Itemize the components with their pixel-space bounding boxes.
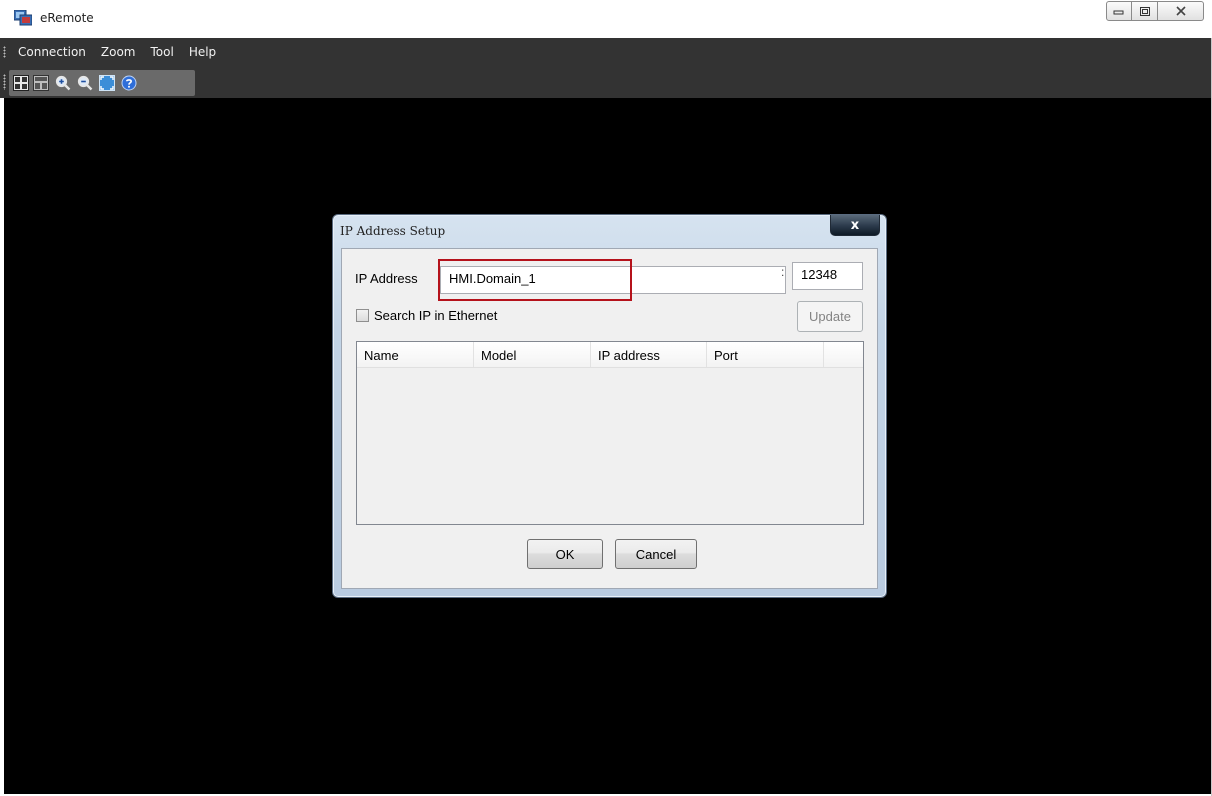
eremote-app-icon [13,9,33,26]
search-ip-checkbox[interactable] [356,309,369,322]
column-port[interactable]: Port [707,342,824,367]
title-bar[interactable]: eRemote [0,0,1212,38]
menu-grip[interactable] [3,46,6,58]
zoom-in-icon[interactable] [55,75,71,91]
menu-zoom[interactable]: Zoom [101,45,143,59]
screen-layout-alt-icon[interactable] [33,75,49,91]
ip-address-highlight [438,259,632,301]
port-input[interactable]: 12348 [792,262,863,290]
device-list-header: Name Model IP address Port [357,342,863,368]
device-list[interactable]: Name Model IP address Port [356,341,864,525]
update-button[interactable]: Update [797,301,863,332]
dialog-content: IP Address HMI.Domain_1 : 12348 Search I… [341,248,878,589]
restore-icon [1139,6,1150,16]
window-title: eRemote [40,11,94,25]
port-separator: : [781,265,785,279]
menu-tool[interactable]: Tool [151,45,181,59]
ok-button[interactable]: OK [527,539,603,569]
fit-screen-icon[interactable] [99,75,115,91]
column-ip-address[interactable]: IP address [591,342,707,367]
menu-help[interactable]: Help [189,45,223,59]
cancel-button[interactable]: Cancel [615,539,697,569]
column-name[interactable]: Name [357,342,474,367]
zoom-out-icon[interactable] [77,75,93,91]
help-icon[interactable] [121,75,137,91]
ip-address-label: IP Address [355,271,418,286]
window-close-button[interactable] [1158,1,1204,21]
menu-connection[interactable]: Connection [18,45,93,59]
ip-address-setup-dialog: IP Address Setup x IP Address HMI.Domain… [332,214,887,598]
dialog-close-button[interactable]: x [830,215,880,236]
eremote-window: eRemote Connection Zoom Tool Help IP Add… [0,0,1212,796]
toolbar [0,67,1211,98]
toolbar-grip[interactable] [3,74,6,90]
minimize-button[interactable] [1106,1,1132,21]
search-ip-label: Search IP in Ethernet [374,308,498,323]
minimize-icon [1113,10,1124,15]
menu-bar: Connection Zoom Tool Help [0,38,1211,67]
screen-layout-icon[interactable] [13,75,29,91]
close-icon [1175,6,1186,16]
dialog-title: IP Address Setup [340,224,446,238]
column-model[interactable]: Model [474,342,591,367]
toolbar-strip [9,70,195,96]
maximize-button[interactable] [1132,1,1158,21]
window-controls [1106,1,1204,23]
